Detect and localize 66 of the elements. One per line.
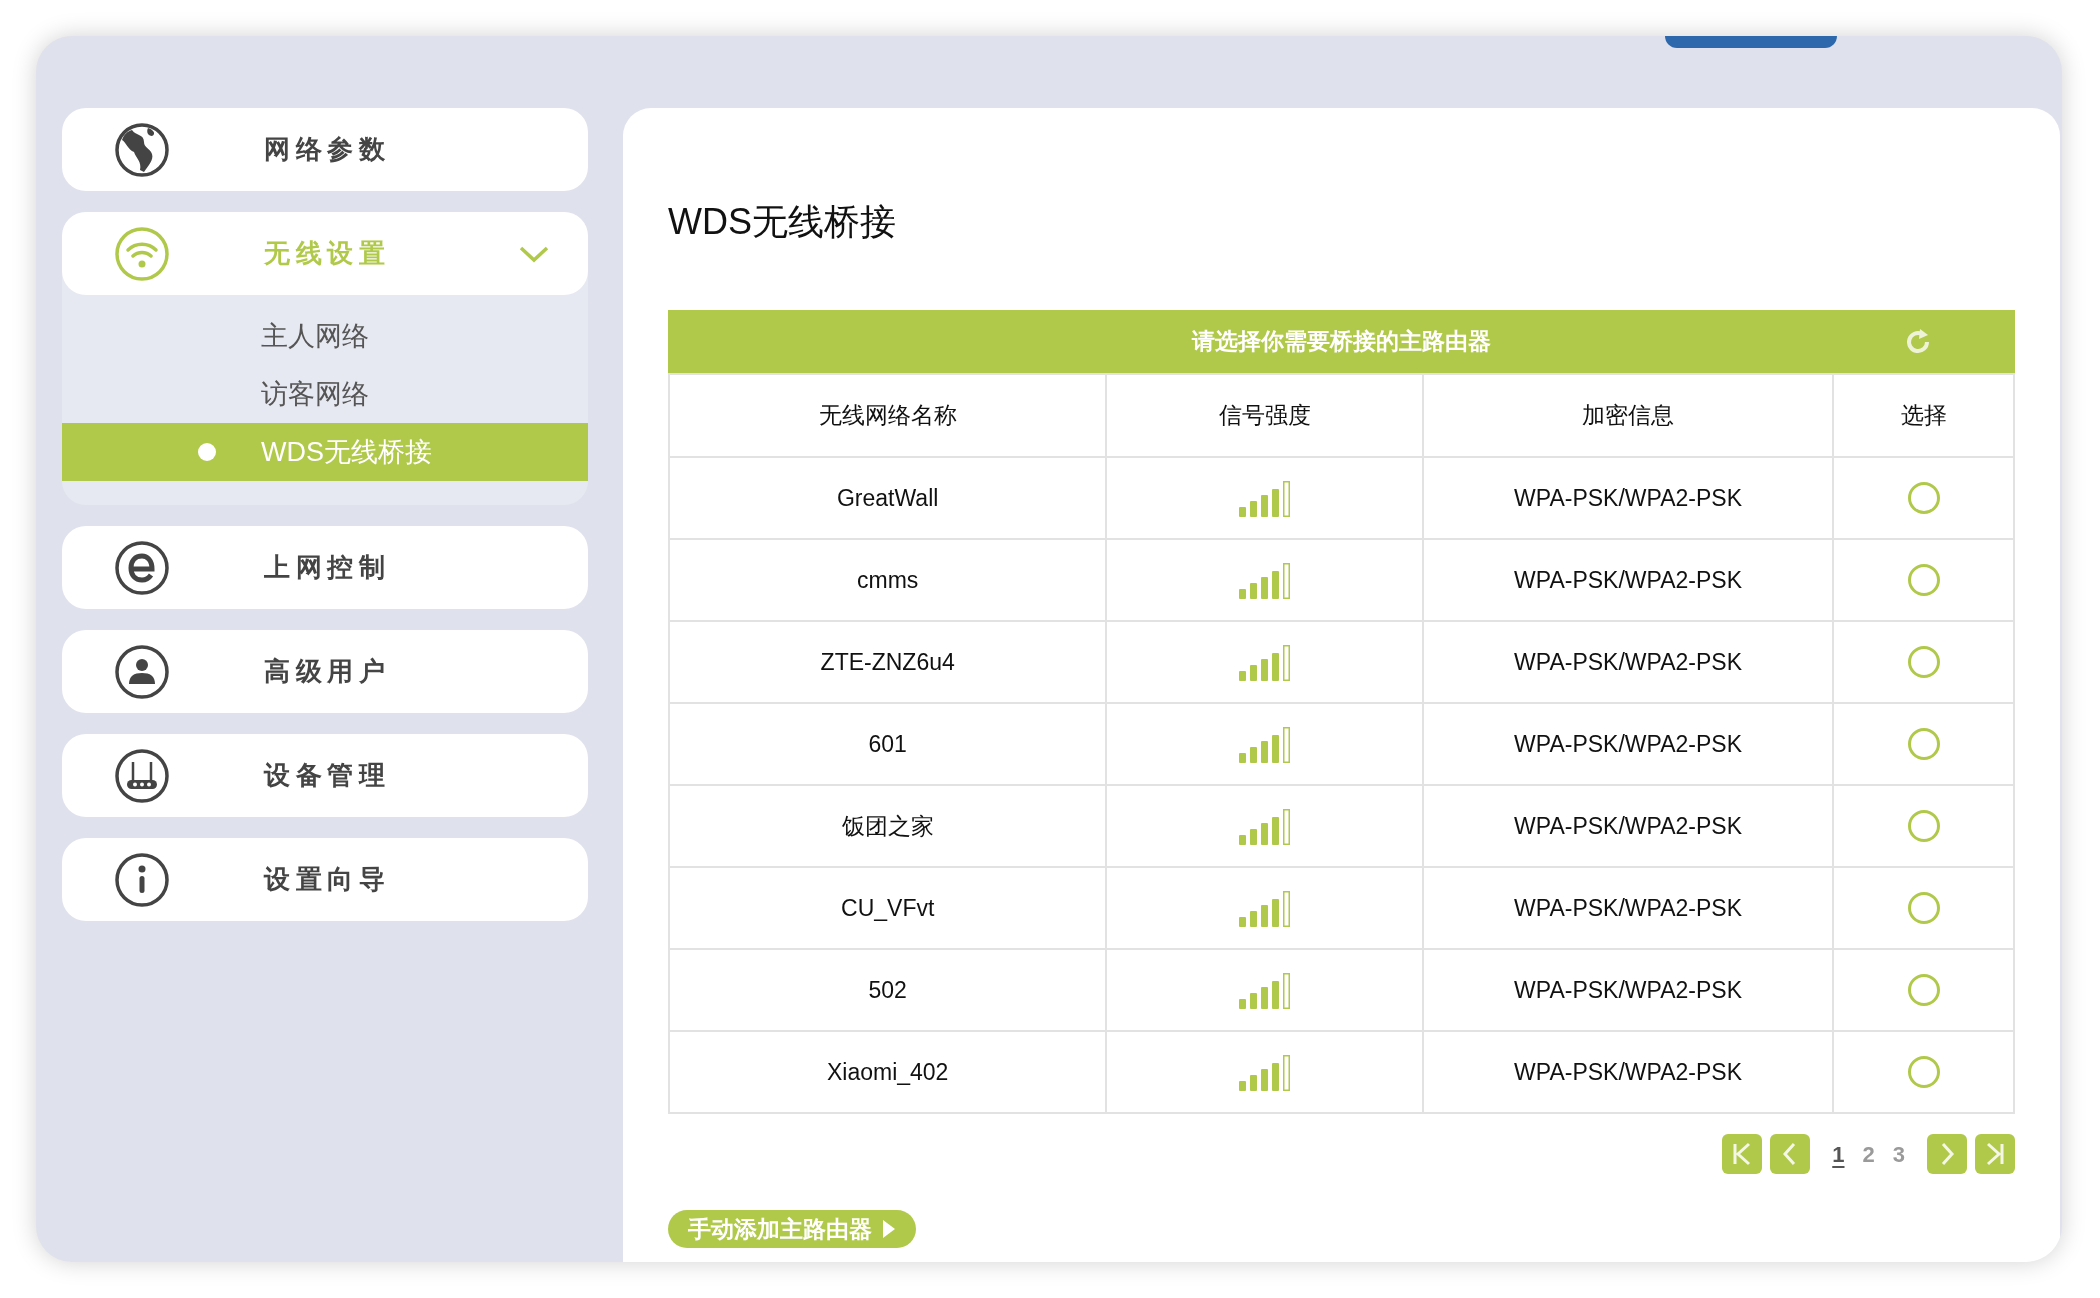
wifi-icon	[114, 225, 170, 282]
first-page-button[interactable]	[1722, 1134, 1763, 1174]
submenu-item[interactable]: 主人网络	[62, 307, 588, 365]
table-cell: CU_VFvt	[669, 867, 1107, 949]
radio-button[interactable]	[1907, 482, 1940, 514]
router-icon	[114, 747, 170, 804]
page-link[interactable]: 1	[1832, 1137, 1845, 1171]
table-cell: Xiaomi_402	[669, 1031, 1107, 1113]
signal-strength-icon	[1236, 560, 1293, 600]
table-caption: 请选择你需要桥接的主路由器	[1192, 327, 1491, 357]
menu-item[interactable]: 上网控制	[62, 526, 588, 609]
table-cell: 601	[669, 703, 1107, 785]
letter-e-icon	[114, 539, 170, 596]
radio-button[interactable]	[1907, 892, 1940, 924]
signal-strength-icon	[1236, 642, 1293, 682]
table-cell: WPA-PSK/WPA2-PSK	[1422, 785, 1834, 867]
column-header: 加密信息	[1422, 374, 1834, 457]
menu-label: 网络参数	[264, 133, 391, 166]
menu-label: 设置向导	[264, 863, 391, 896]
radio-button[interactable]	[1907, 1056, 1940, 1088]
table-cell: 502	[669, 949, 1107, 1031]
skip-arrow-icon	[1986, 1142, 2004, 1166]
signal-strength-icon	[1236, 478, 1293, 518]
menu-item[interactable]: 高级用户	[62, 630, 588, 713]
play-icon	[882, 1219, 896, 1239]
radio-button[interactable]	[1907, 974, 1940, 1006]
menu-item[interactable]: 设置向导	[62, 838, 588, 921]
signal-strength-icon	[1236, 724, 1293, 764]
previous-page-button[interactable]	[1770, 1134, 1811, 1174]
table-cell: ZTE-ZNZ6u4	[669, 621, 1107, 703]
info-icon	[114, 851, 170, 908]
globe-icon	[114, 121, 170, 178]
signal-strength-icon	[1236, 888, 1293, 928]
menu-label: 高级用户	[264, 655, 391, 688]
page-title: WDS无线桥接	[668, 200, 897, 244]
menu-item[interactable]: 网络参数	[62, 108, 588, 191]
next-page-button[interactable]	[1927, 1134, 1967, 1174]
table-cell: WPA-PSK/WPA2-PSK	[1422, 703, 1834, 785]
radio-button[interactable]	[1907, 810, 1940, 842]
bullet-icon	[198, 443, 216, 461]
table-cell: WPA-PSK/WPA2-PSK	[1422, 949, 1834, 1031]
skip-arrow-icon	[1733, 1142, 1752, 1166]
column-header: 无线网络名称	[669, 374, 1107, 457]
radio-button[interactable]	[1907, 564, 1940, 596]
menu-item[interactable]: 设备管理	[62, 734, 588, 817]
table-cell: GreatWall	[669, 457, 1107, 539]
table-cell: WPA-PSK/WPA2-PSK	[1422, 539, 1834, 621]
radio-button[interactable]	[1907, 728, 1940, 760]
column-header: 选择	[1833, 374, 2014, 457]
table-cell: WPA-PSK/WPA2-PSK	[1422, 457, 1834, 539]
user-icon	[114, 643, 170, 700]
table-cell: WPA-PSK/WPA2-PSK	[1422, 867, 1834, 949]
submenu-item[interactable]: 访客网络	[62, 365, 588, 423]
table-cell: WPA-PSK/WPA2-PSK	[1422, 621, 1834, 703]
table-cell: WPA-PSK/WPA2-PSK	[1422, 1031, 1834, 1113]
signal-strength-icon	[1236, 806, 1293, 846]
signal-strength-icon	[1236, 970, 1293, 1010]
radio-button[interactable]	[1907, 646, 1940, 678]
menu-label: 无线设置	[264, 237, 391, 270]
last-page-button[interactable]	[1975, 1134, 2015, 1174]
table-cell: cmms	[669, 539, 1107, 621]
menu-label: 上网控制	[264, 551, 391, 584]
menu-label: 设备管理	[264, 759, 391, 792]
column-header: 信号强度	[1106, 374, 1423, 457]
table-cell: 饭团之家	[669, 785, 1107, 867]
signal-strength-icon	[1236, 1052, 1293, 1092]
